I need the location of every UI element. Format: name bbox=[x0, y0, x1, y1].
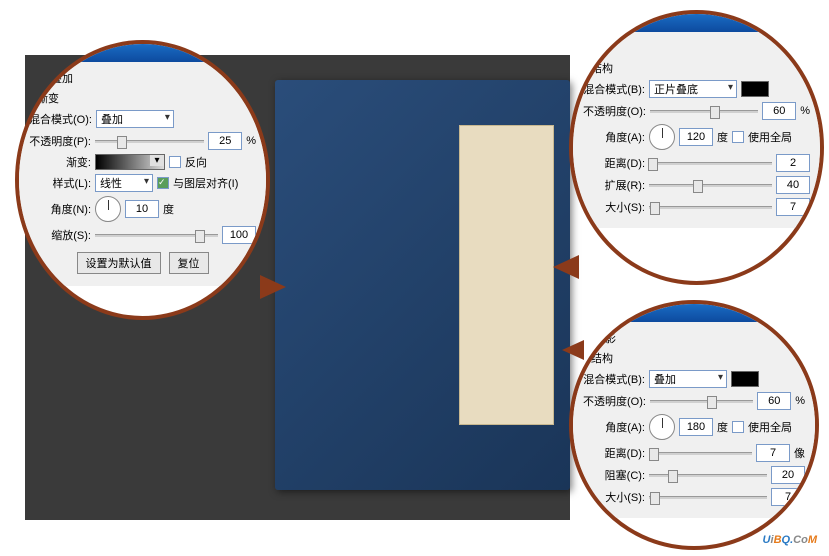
angle-label: 角度(A): bbox=[583, 419, 645, 435]
spread-input[interactable] bbox=[776, 176, 810, 194]
book-cover bbox=[275, 80, 570, 490]
spread-label: 扩展(R): bbox=[583, 177, 645, 193]
bubble-pointer bbox=[562, 340, 584, 360]
section-title: 内阴影 bbox=[583, 330, 805, 346]
fieldset-label: 结构 bbox=[591, 60, 810, 76]
distance-label: 距离(D): bbox=[583, 155, 645, 171]
choke-label: 阻塞(C): bbox=[583, 467, 645, 483]
angle-label: 角度(A): bbox=[583, 129, 645, 145]
blend-mode-label: 混合模式(B): bbox=[583, 371, 645, 387]
degree-label: 度 bbox=[163, 201, 174, 217]
opacity-input[interactable] bbox=[208, 132, 242, 150]
percent-label: % bbox=[800, 105, 810, 117]
angle-dial[interactable] bbox=[649, 124, 675, 150]
distance-label: 距离(D): bbox=[583, 445, 645, 461]
size-label: 大小(S): bbox=[583, 199, 645, 215]
angle-label: 角度(N): bbox=[29, 201, 91, 217]
set-default-button[interactable]: 设置为默认值 bbox=[77, 252, 161, 274]
fieldset-label: 渐变 bbox=[37, 90, 256, 106]
choke-input[interactable] bbox=[771, 466, 805, 484]
opacity-slider[interactable] bbox=[95, 140, 204, 143]
reverse-checkbox[interactable] bbox=[169, 156, 181, 168]
angle-dial[interactable] bbox=[95, 196, 121, 222]
bubble-inner-shadow: 内阴影 结构 混合模式(B): 叠加 不透明度(O): % 角度(A): 度 使… bbox=[569, 300, 819, 550]
fieldset-label: 结构 bbox=[591, 350, 805, 366]
global-light-checkbox[interactable] bbox=[732, 421, 744, 433]
distance-input[interactable] bbox=[756, 444, 790, 462]
blend-mode-select[interactable]: 叠加 bbox=[96, 110, 174, 128]
size-input[interactable] bbox=[776, 198, 810, 216]
opacity-label: 不透明度(O): bbox=[583, 393, 646, 409]
gradient-label: 渐变: bbox=[29, 154, 91, 170]
reverse-label: 反向 bbox=[185, 154, 207, 170]
bubble-pointer bbox=[260, 275, 286, 299]
global-light-label: 使用全局 bbox=[748, 419, 792, 435]
color-swatch[interactable] bbox=[741, 81, 769, 97]
opacity-label: 不透明度(O): bbox=[583, 103, 646, 119]
bubble-pointer bbox=[553, 255, 579, 279]
scale-label: 缩放(S): bbox=[29, 227, 91, 243]
opacity-input[interactable] bbox=[757, 392, 791, 410]
opacity-slider[interactable] bbox=[650, 400, 753, 403]
reset-button[interactable]: 复位 bbox=[169, 252, 209, 274]
global-light-checkbox[interactable] bbox=[732, 131, 744, 143]
angle-input[interactable] bbox=[125, 200, 159, 218]
dialog-titlebar bbox=[573, 14, 820, 32]
percent-label: % bbox=[795, 395, 805, 407]
section-title: 渐变叠加 bbox=[29, 70, 256, 86]
size-slider[interactable] bbox=[649, 496, 767, 499]
watermark: UiBQ.CoM bbox=[763, 527, 817, 548]
align-checkbox[interactable] bbox=[157, 177, 169, 189]
section-title: 投影 bbox=[583, 40, 810, 56]
blend-mode-label: 混合模式(O): bbox=[29, 111, 92, 127]
dialog-titlebar bbox=[573, 304, 815, 322]
style-label: 样式(L): bbox=[29, 175, 91, 191]
bubble-drop-shadow: 投影 结构 混合模式(B): 正片叠底 不透明度(O): % 角度(A): 度 … bbox=[569, 10, 824, 285]
size-label: 大小(S): bbox=[583, 489, 645, 505]
scale-slider[interactable] bbox=[95, 234, 218, 237]
size-input[interactable] bbox=[771, 488, 805, 506]
blend-mode-select[interactable]: 叠加 bbox=[649, 370, 727, 388]
px-label: 像 bbox=[794, 445, 805, 461]
size-slider[interactable] bbox=[649, 206, 772, 209]
color-swatch[interactable] bbox=[731, 371, 759, 387]
degree-label: 度 bbox=[717, 419, 728, 435]
blend-mode-label: 混合模式(B): bbox=[583, 81, 645, 97]
distance-slider[interactable] bbox=[649, 452, 752, 455]
align-label: 与图层对齐(I) bbox=[173, 175, 238, 191]
opacity-slider[interactable] bbox=[650, 110, 758, 113]
style-select[interactable]: 线性 bbox=[95, 174, 153, 192]
angle-dial[interactable] bbox=[649, 414, 675, 440]
degree-label: 度 bbox=[717, 129, 728, 145]
global-light-label: 使用全局 bbox=[748, 129, 792, 145]
angle-input[interactable] bbox=[679, 418, 713, 436]
distance-slider[interactable] bbox=[649, 162, 772, 165]
angle-input[interactable] bbox=[679, 128, 713, 146]
opacity-input[interactable] bbox=[762, 102, 796, 120]
book-paper bbox=[459, 125, 554, 425]
scale-input[interactable] bbox=[222, 226, 256, 244]
percent-label: % bbox=[246, 135, 256, 147]
opacity-label: 不透明度(P): bbox=[29, 133, 91, 149]
distance-input[interactable] bbox=[776, 154, 810, 172]
bubble-gradient-overlay: 渐变叠加 渐变 混合模式(O): 叠加 不透明度(P): % 渐变: 反向 样式… bbox=[15, 40, 270, 320]
choke-slider[interactable] bbox=[649, 474, 767, 477]
blend-mode-select[interactable]: 正片叠底 bbox=[649, 80, 737, 98]
gradient-picker[interactable] bbox=[95, 154, 165, 170]
spread-slider[interactable] bbox=[649, 184, 772, 187]
